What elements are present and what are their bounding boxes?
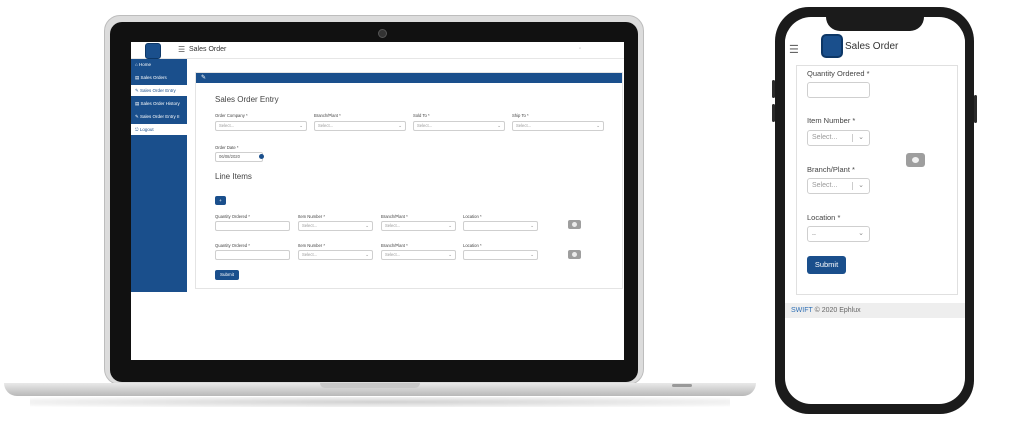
submit-button[interactable]: Submit <box>215 270 239 280</box>
sidebar-item-logout[interactable]: ⎋ Logout <box>131 124 187 135</box>
menu-icon[interactable]: ☰ <box>178 45 185 54</box>
remove-line-button[interactable] <box>906 153 925 167</box>
sidebar-item-label: Sales Orders <box>140 75 167 80</box>
quantity-ordered-label: Quantity Ordered * <box>215 214 250 219</box>
branch-plant-select[interactable]: Select... ⌄ <box>381 250 456 260</box>
branch-plant-label: Branch/Plant * <box>381 243 408 248</box>
footer-brand-link[interactable]: SWIFT <box>791 307 813 314</box>
app-header: ☰ Sales Order ◦ <box>131 42 624 59</box>
phone-notch <box>826 13 924 31</box>
phone-footer: SWIFT © 2020 Ephlux <box>785 303 965 318</box>
sidebar-item-label: Sales Order Entry II <box>140 114 180 119</box>
item-number-label: Item Number * <box>807 116 856 125</box>
chevron-down-icon: ⌄ <box>448 252 452 257</box>
sidebar-item-sales-order-entry-2[interactable]: ✎ Sales Order Entry II <box>131 111 187 122</box>
chevron-down-icon: ⌄ <box>858 182 864 189</box>
order-company-label: Order Company * <box>215 113 248 118</box>
chevron-down-icon: ⌄ <box>365 252 369 257</box>
item-number-select[interactable]: Select... ⌄ <box>298 221 373 231</box>
branch-plant-label: Branch/Plant * <box>381 214 408 219</box>
remove-line-button[interactable] <box>568 220 581 229</box>
sidebar-item-label: Sales Order History <box>140 101 180 106</box>
order-date-label: Order Date * <box>215 145 239 150</box>
sold-to-label: Sold To * <box>413 113 430 118</box>
branch-plant-select[interactable]: Select... ⌄ <box>807 178 870 194</box>
submit-button[interactable]: Submit <box>807 256 846 274</box>
sidebar-item-sales-orders[interactable]: ▤ Sales Orders <box>131 72 187 83</box>
laptop-indicator <box>672 384 692 387</box>
sidebar-item-sales-order-history[interactable]: ▤ Sales Order History <box>131 98 187 109</box>
edit-icon: ✎ <box>201 75 207 81</box>
location-label: Location * <box>807 213 841 222</box>
form-title: Sales Order Entry <box>215 95 279 104</box>
chevron-down-icon: ⌄ <box>448 223 452 228</box>
chevron-down-icon: ⌄ <box>365 223 369 228</box>
footer-copyright: © 2020 Ephlux <box>812 307 861 314</box>
sidebar-item-label: Logout <box>139 127 154 132</box>
sidebar: ⌂ Home ▤ Sales Orders ✎ Sales Order Entr… <box>131 59 187 292</box>
menu-icon[interactable]: ☰ <box>789 43 799 56</box>
location-select[interactable]: .. ⌄ <box>807 226 870 242</box>
location-label: Location * <box>463 243 482 248</box>
branch-plant-label: Branch/Plant * <box>807 165 855 174</box>
item-number-select[interactable]: Select... ⌄ <box>807 130 870 146</box>
chevron-down-icon: ⌄ <box>398 123 402 128</box>
phone-power-button <box>974 95 977 123</box>
sidebar-item-label: Sales Order Entry <box>140 88 176 93</box>
sold-to-select[interactable]: Select... ⌄ <box>413 121 505 131</box>
app-logo <box>821 34 843 58</box>
quantity-ordered-input[interactable] <box>807 82 870 98</box>
chevron-down-icon: ⌄ <box>858 230 864 237</box>
sidebar-item-home[interactable]: ⌂ Home <box>131 59 187 70</box>
chevron-down-icon: ⌄ <box>530 223 534 228</box>
location-select[interactable]: ⌄ <box>463 250 538 260</box>
ship-to-select[interactable]: Select... ⌄ <box>512 121 604 131</box>
card-header: ✎ <box>196 73 622 83</box>
ship-to-label: Ship To * <box>512 113 529 118</box>
header-title: Sales Order <box>189 46 227 53</box>
phone-header-title: Sales Order <box>845 41 899 52</box>
add-line-button[interactable]: + <box>215 196 226 205</box>
laptop-notch <box>320 383 420 388</box>
item-number-label: Item Number * <box>298 243 325 248</box>
branch-plant-label: Branch/Plant * <box>314 113 341 118</box>
chevron-down-icon: ⌄ <box>858 134 864 141</box>
order-company-select[interactable]: Select... ⌄ <box>215 121 307 131</box>
line-items-title: Line Items <box>215 172 252 181</box>
item-number-label: Item Number * <box>298 214 325 219</box>
quantity-ordered-label: Quantity Ordered * <box>807 69 870 78</box>
camera-icon <box>378 29 387 38</box>
chevron-down-icon: ⌄ <box>497 123 501 128</box>
phone-screen: ☰ Sales Order Quantity Ordered * Item Nu… <box>785 17 965 404</box>
laptop-screen: ☰ Sales Order ◦ ⌂ Home ▤ Sales Orders ✎ … <box>131 42 624 360</box>
location-label: Location * <box>463 214 482 219</box>
order-date-input[interactable]: 06/08/2020 <box>215 152 263 162</box>
branch-plant-select[interactable]: Select... ⌄ <box>381 221 456 231</box>
remove-line-button[interactable] <box>568 250 581 259</box>
form-card: ✎ Sales Order Entry Order Company * Sele… <box>195 72 623 289</box>
app-logo <box>145 43 161 59</box>
quantity-ordered-input[interactable] <box>215 221 290 231</box>
chevron-down-icon: ⌄ <box>530 252 534 257</box>
laptop-shadow <box>30 397 730 407</box>
location-select[interactable]: ⌄ <box>463 221 538 231</box>
chevron-down-icon: ⌄ <box>596 123 600 128</box>
calendar-icon[interactable] <box>259 154 264 159</box>
sidebar-item-sales-order-entry[interactable]: ✎ Sales Order Entry <box>131 85 187 96</box>
branch-plant-select[interactable]: Select... ⌄ <box>314 121 406 131</box>
chevron-down-icon: ⌄ <box>299 123 303 128</box>
user-icon[interactable]: ◦ <box>579 46 581 52</box>
sidebar-item-label: Home <box>138 62 151 67</box>
quantity-ordered-label: Quantity Ordered * <box>215 243 250 248</box>
item-number-select[interactable]: Select... ⌄ <box>298 250 373 260</box>
quantity-ordered-input[interactable] <box>215 250 290 260</box>
